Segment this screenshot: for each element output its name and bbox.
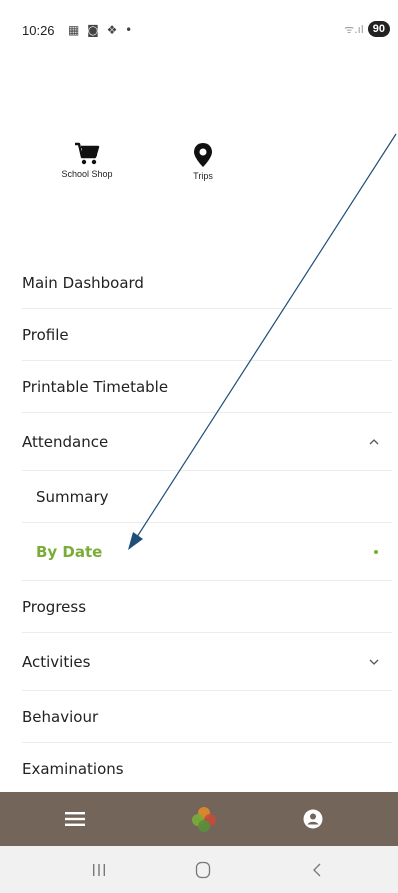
home-logo-button[interactable] xyxy=(164,792,244,846)
quick-link-trips[interactable]: Trips xyxy=(158,142,248,181)
menu-item-attendance[interactable]: Attendance xyxy=(22,413,392,471)
menu-subitem-summary[interactable]: Summary xyxy=(22,471,392,523)
menu-item-profile[interactable]: Profile xyxy=(22,309,392,361)
menu-item-main-dashboard[interactable]: Main Dashboard xyxy=(22,257,392,309)
school-logo-icon xyxy=(192,807,216,832)
menu-item-label: Progress xyxy=(22,597,87,616)
back-button[interactable] xyxy=(282,846,352,893)
quick-links: School Shop Trips xyxy=(0,142,398,192)
account-button[interactable] xyxy=(273,792,353,846)
menu-item-label: Profile xyxy=(22,325,69,344)
signal-icon: ᯤ.ıl xyxy=(344,22,364,36)
quick-link-label: Trips xyxy=(193,171,213,181)
back-icon xyxy=(313,863,321,876)
bottom-app-bar xyxy=(0,792,398,846)
side-menu: Main Dashboard Profile Printable Timetab… xyxy=(22,257,392,795)
chevron-down-icon xyxy=(369,659,379,665)
menu-item-label: Summary xyxy=(36,487,109,506)
quick-link-label: School Shop xyxy=(61,169,113,179)
hamburger-menu-icon xyxy=(65,812,85,826)
status-bar: 10:26 ▦ ◙ ❖ • ᯤ.ıl 90 xyxy=(0,0,398,60)
status-right: ᯤ.ıl 90 xyxy=(344,21,390,37)
home-button[interactable] xyxy=(168,846,238,893)
menu-item-examinations[interactable]: Examinations xyxy=(22,743,392,795)
account-icon xyxy=(303,809,323,829)
status-time: 10:26 xyxy=(22,23,55,38)
menu-item-label: Attendance xyxy=(22,432,109,451)
menu-button[interactable] xyxy=(35,792,115,846)
system-nav-bar xyxy=(0,846,398,893)
menu-subitem-by-date[interactable]: By Date xyxy=(22,523,392,581)
menu-item-activities[interactable]: Activities xyxy=(22,633,392,691)
menu-item-label: Examinations xyxy=(22,759,124,778)
active-indicator-dot xyxy=(374,549,378,554)
battery-indicator: 90 xyxy=(367,21,390,37)
menu-item-label: Activities xyxy=(22,652,91,671)
home-icon xyxy=(195,861,211,878)
menu-item-label: By Date xyxy=(36,542,103,561)
menu-item-printable-timetable[interactable]: Printable Timetable xyxy=(22,361,392,413)
menu-item-label: Main Dashboard xyxy=(22,273,144,292)
menu-item-progress[interactable]: Progress xyxy=(22,581,392,633)
chevron-up-icon xyxy=(369,438,379,444)
menu-item-label: Printable Timetable xyxy=(22,377,169,396)
quick-link-school-shop[interactable]: School Shop xyxy=(42,142,132,179)
cart-icon xyxy=(75,142,100,165)
menu-item-label: Behaviour xyxy=(22,707,99,726)
recent-apps-icon xyxy=(93,863,105,876)
recent-apps-button[interactable] xyxy=(64,846,134,893)
location-pin-icon xyxy=(194,143,212,167)
notification-icons: ▦ ◙ ❖ • xyxy=(68,23,135,37)
menu-item-behaviour[interactable]: Behaviour xyxy=(22,691,392,743)
